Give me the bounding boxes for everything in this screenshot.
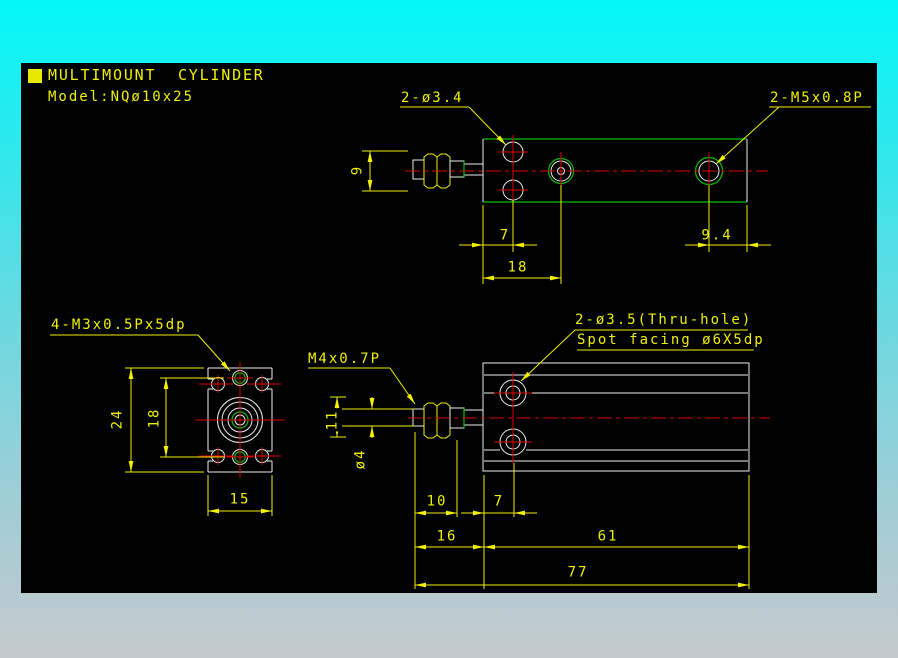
dim-body-height: 24 [109, 408, 126, 430]
drawing-title: MULTIMOUNT CYLINDER [48, 66, 265, 84]
end-view [50, 334, 285, 516]
label-spot-facing: Spot facing ø6X5dp [577, 332, 765, 348]
dim-nut-width: 11 [324, 408, 341, 432]
legend-square-icon [28, 69, 42, 83]
label-top-ports: 2-M5x0.8P [770, 90, 864, 106]
front-view [308, 329, 770, 589]
rod-nut [423, 402, 438, 439]
dim-rod-total: 16 [436, 528, 458, 545]
dim-hole-offset-top: 7 [499, 227, 511, 244]
dim-rod-width: 9 [349, 164, 366, 176]
dim-body-width: 15 [229, 491, 251, 508]
dim-rod-front: 10 [426, 493, 448, 510]
dim-body-length: 61 [597, 528, 619, 545]
cad-viewport: MULTIMOUNT CYLINDER Model:NQø10x25 2-ø3.… [0, 0, 898, 658]
dim-hole-offset-front: 7 [493, 493, 505, 510]
top-view [362, 106, 871, 284]
label-thru-hole: 2-ø3.5(Thru-hole) [575, 312, 753, 328]
label-top-holes: 2-ø3.4 [401, 90, 464, 106]
dim-port-right: 9.4 [701, 227, 733, 244]
dim-rod-dia: ø4 [352, 448, 369, 470]
model-number: Model:NQø10x25 [48, 89, 195, 105]
dim-overall-length: 77 [567, 564, 589, 581]
rod-nut [436, 402, 451, 439]
label-rod-thread: M4x0.7P [308, 351, 382, 367]
dim-tap-span: 18 [146, 407, 163, 429]
dim-port-center: 18 [507, 259, 529, 276]
label-tapped-holes: 4-M3x0.5Px5dp [51, 317, 187, 333]
